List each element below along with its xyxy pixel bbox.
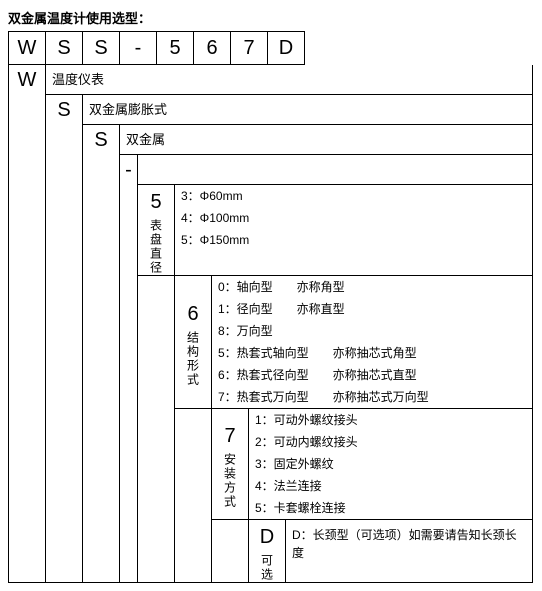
list-item: 5：卡套螺栓连接	[249, 497, 532, 519]
level-D-options: D：长颈型（可选项）如需要请告知长颈长度	[286, 520, 532, 582]
level-5-options: 3：Φ60mm 4：Φ100mm 5：Φ150mm	[175, 185, 532, 275]
list-item: 2：可动内螺纹接头	[249, 431, 532, 453]
code-cell: D	[268, 31, 305, 65]
list-item: 0：轴向型 亦称角型	[212, 276, 532, 298]
level-dash-label: -	[120, 155, 138, 185]
level-S2-label: S	[83, 125, 120, 155]
list-item: 7：热套式万向型 亦称抽芯式万向型	[212, 386, 532, 408]
list-item: D：长颈型（可选项）如需要请告知长颈长度	[286, 520, 532, 568]
level-S1-label: S	[46, 95, 83, 125]
list-item: 3：Φ60mm	[175, 185, 532, 207]
level-5-label: 5 表盘直径	[138, 185, 175, 275]
list-item: 1：可动外螺纹接头	[249, 409, 532, 431]
page-title: 双金属温度计使用选型：	[8, 8, 534, 27]
level-6-options: 0：轴向型 亦称角型 1：径向型 亦称直型 8：万向型 5：热套式轴向型 亦称抽…	[212, 276, 532, 408]
list-item: 4：Φ100mm	[175, 207, 532, 229]
level-D-label: D 可选	[249, 520, 286, 582]
level-dash-desc	[138, 155, 532, 185]
list-item: 1：径向型 亦称直型	[212, 298, 532, 320]
code-cell: 5	[157, 31, 194, 65]
list-item: 4：法兰连接	[249, 475, 532, 497]
list-item: 5：热套式轴向型 亦称抽芯式角型	[212, 342, 532, 364]
code-cell: W	[9, 31, 46, 65]
level-W-label: W	[9, 65, 46, 95]
code-cell: 6	[194, 31, 231, 65]
list-item: 8：万向型	[212, 320, 532, 342]
level-7-options: 1：可动外螺纹接头 2：可动内螺纹接头 3：固定外螺纹 4：法兰连接 5：卡套螺…	[249, 409, 532, 519]
level-7-label: 7 安装方式	[212, 409, 249, 519]
selection-tree: W 温度仪表 S 双金属膨胀式 S 双金属	[8, 65, 533, 583]
model-code-row: W S S - 5 6 7 D	[8, 31, 534, 65]
code-cell: S	[46, 31, 83, 65]
list-item: 3：固定外螺纹	[249, 453, 532, 475]
level-S1-desc: 双金属膨胀式	[83, 95, 532, 125]
code-cell: -	[120, 31, 157, 65]
level-S2-desc: 双金属	[120, 125, 532, 155]
code-cell: 7	[231, 31, 268, 65]
level-W-desc: 温度仪表	[46, 65, 532, 95]
list-item: 5：Φ150mm	[175, 229, 532, 251]
list-item: 6：热套式径向型 亦称抽芯式直型	[212, 364, 532, 386]
level-6-label: 6 结构形式	[175, 276, 212, 408]
code-cell: S	[83, 31, 120, 65]
